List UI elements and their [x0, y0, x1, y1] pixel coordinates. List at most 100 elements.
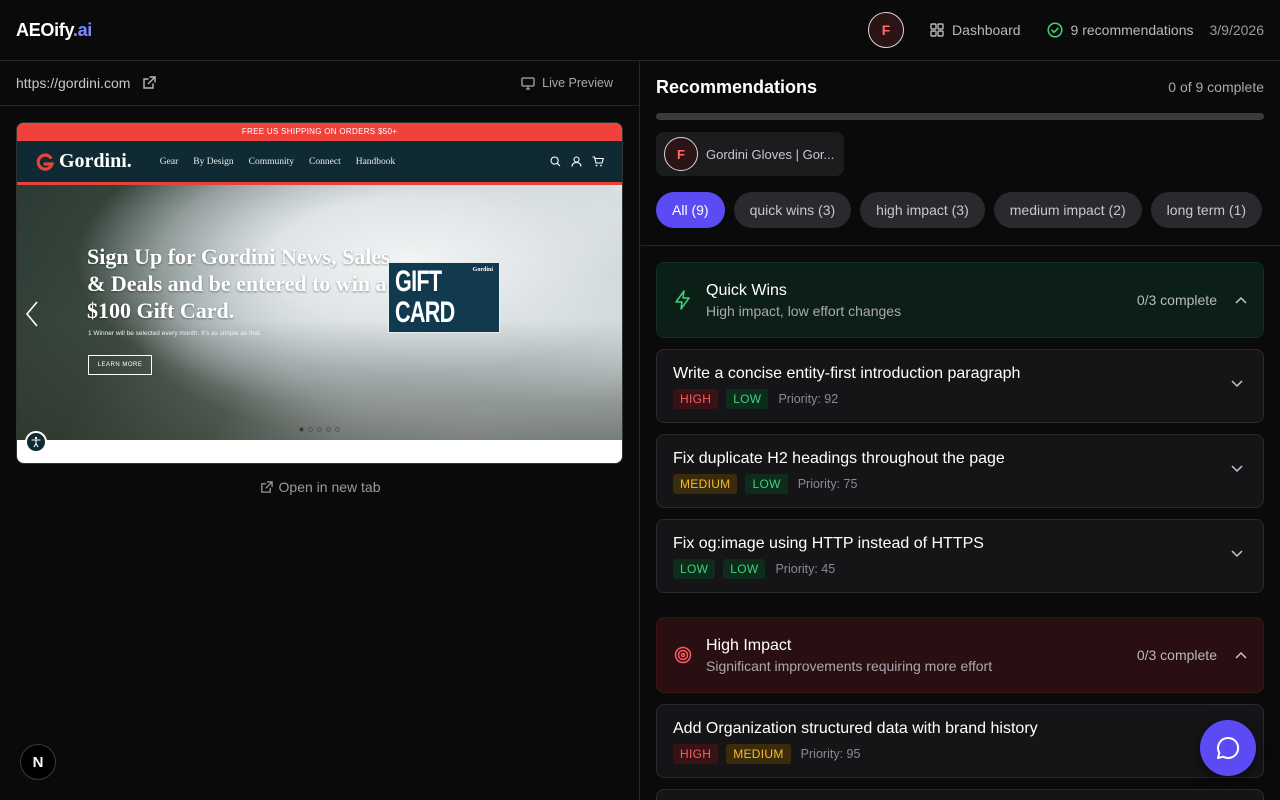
site-account-icon — [571, 156, 582, 167]
carousel-dot[interactable] — [317, 427, 322, 432]
preview-panel: https://gordini.com Live Preview FREE US… — [0, 61, 640, 800]
completion-progress-bar — [656, 113, 1264, 120]
hero-heading: Sign Up for Gordini News, Sales & Deals … — [87, 244, 390, 323]
group-title: High Impact — [706, 636, 792, 654]
app-logo[interactable]: AEOify.ai — [16, 20, 92, 41]
site-menu-item: Handbook — [355, 156, 396, 167]
site-menu: Gear By Design Community Connect Handboo… — [160, 157, 396, 167]
effort-badge: LOW — [745, 474, 788, 494]
recommendation-list: Quick Wins High impact, low effort chang… — [656, 262, 1264, 800]
dashboard-link[interactable]: Dashboard — [930, 22, 1021, 38]
site-menu-item: Gear — [159, 156, 179, 167]
url-bar: https://gordini.com Live Preview — [0, 61, 639, 106]
recommendation-card[interactable]: Write a concise entity-first introductio… — [656, 349, 1264, 423]
target-icon — [674, 646, 692, 664]
check-circle-icon — [1046, 22, 1063, 38]
recommendations-panel: Recommendations 0 of 9 complete F Gordin… — [641, 61, 1280, 800]
nextjs-badge[interactable]: N — [20, 744, 56, 780]
group-count: 0/3 complete — [1136, 292, 1217, 308]
monitor-icon — [521, 76, 535, 90]
effort-badge: LOW — [726, 389, 769, 409]
external-link-icon[interactable] — [142, 76, 157, 90]
impact-badge: HIGH — [673, 389, 719, 409]
group-subtitle: High impact, low effort changes — [706, 302, 902, 319]
chevron-down-icon[interactable] — [1231, 550, 1243, 558]
recommendation-card[interactable]: Fix duplicate H2 headings throughout the… — [656, 434, 1264, 508]
group-subtitle: Significant improvements requiring more … — [706, 657, 993, 674]
recommendation-title: Fix duplicate H2 headings throughout the… — [673, 450, 1005, 467]
effort-badge: MEDIUM — [726, 744, 791, 764]
live-preview-label: Live Preview — [542, 76, 613, 90]
gordini-mark-icon — [36, 153, 55, 171]
priority-label: Priority: 45 — [775, 562, 836, 576]
user-avatar[interactable]: F — [868, 12, 905, 48]
learn-more-button[interactable]: LEARN MORE — [88, 355, 152, 375]
divider — [641, 245, 1280, 246]
recommendation-card[interactable]: Fix og:image using HTTP instead of HTTPS… — [656, 519, 1264, 593]
impact-badge: HIGH — [673, 744, 719, 764]
carousel-dot[interactable] — [326, 427, 331, 432]
priority-label: Priority: 75 — [797, 477, 858, 491]
site-url: https://gordini.com — [16, 75, 131, 91]
filter-medium-impact[interactable]: medium impact (2) — [993, 192, 1142, 228]
date-label: 3/9/2026 — [1209, 22, 1265, 38]
lightning-icon — [675, 290, 690, 310]
chat-bubble-icon — [1217, 736, 1240, 759]
external-link-icon — [260, 480, 273, 493]
carousel-dot[interactable] — [299, 427, 304, 432]
site-name: Gordini Gloves | Gor... — [706, 146, 835, 162]
chevron-down-icon[interactable] — [1231, 380, 1243, 388]
site-search-icon — [550, 156, 561, 167]
chevron-up-icon — [1235, 296, 1247, 304]
grid-icon — [930, 23, 944, 37]
effort-badge: LOW — [723, 559, 766, 579]
open-in-new-tab-link[interactable]: Open in new tab — [0, 479, 640, 495]
carousel-dot[interactable] — [335, 427, 340, 432]
recommendation-title: Fix og:image using HTTP instead of HTTPS — [673, 535, 984, 552]
chevron-down-icon[interactable] — [1231, 465, 1243, 473]
chat-button[interactable] — [1200, 720, 1256, 776]
priority-label: Priority: 95 — [800, 747, 861, 761]
gift-card-image: GIFT CARD Gordini — [388, 262, 500, 333]
site-avatar: F — [664, 137, 698, 171]
gift-card-text: GIFT CARD — [395, 265, 455, 329]
group-count: 0/3 complete — [1136, 647, 1217, 663]
site-menu-item: Community — [248, 156, 295, 167]
filter-long-term[interactable]: long term (1) — [1150, 192, 1263, 228]
carousel-prev-icon[interactable] — [25, 300, 39, 335]
hero-background — [17, 320, 622, 440]
chevron-up-icon — [1235, 651, 1247, 659]
group-header-high-impact[interactable]: High Impact Significant improvements req… — [656, 617, 1264, 693]
recommendation-title: Write a concise entity-first introductio… — [673, 365, 1021, 382]
impact-badge: MEDIUM — [673, 474, 738, 494]
carousel-dots[interactable] — [17, 427, 622, 432]
recommendations-status: 9 recommendations — [1046, 22, 1194, 38]
completion-count: 0 of 9 complete — [1168, 79, 1264, 95]
site-menu-item: Connect — [309, 156, 341, 167]
panel-title: Recommendations — [656, 76, 818, 97]
top-bar: AEOify.ai F Dashboard 9 recommendations … — [0, 0, 1280, 61]
filter-quick-wins[interactable]: quick wins (3) — [733, 192, 852, 228]
live-preview-button[interactable]: Live Preview — [521, 76, 613, 90]
group-header-quick-wins[interactable]: Quick Wins High impact, low effort chang… — [656, 262, 1264, 338]
filter-tabs: All (9) quick wins (3) high impact (3) m… — [656, 192, 1264, 228]
website-preview[interactable]: FREE US SHIPPING ON ORDERS $50+ Gordini.… — [16, 122, 623, 464]
recommendation-card[interactable]: Add Organization structured data with br… — [656, 704, 1264, 778]
gordini-logo: Gordini. — [35, 150, 132, 173]
impact-badge: LOW — [673, 559, 716, 579]
hero-subtext: 1 Winner will be selected every month. I… — [88, 330, 262, 337]
gift-card-brand: Gordini — [472, 267, 493, 273]
site-hero: Sign Up for Gordini News, Sales & Deals … — [17, 185, 622, 453]
open-in-new-tab-label: Open in new tab — [278, 479, 381, 495]
recommendation-title: Add Organization structured data with br… — [673, 720, 1038, 737]
priority-label: Priority: 92 — [778, 392, 839, 406]
filter-all[interactable]: All (9) — [656, 192, 725, 228]
carousel-dot[interactable] — [308, 427, 313, 432]
accessibility-icon[interactable] — [25, 431, 47, 453]
group-title: Quick Wins — [706, 281, 787, 299]
filter-high-impact[interactable]: high impact (3) — [860, 192, 985, 228]
site-menu-item: By Design — [193, 156, 234, 167]
site-chip[interactable]: F Gordini Gloves | Gor... — [656, 132, 845, 176]
recommendation-card[interactable] — [656, 789, 1264, 800]
site-nav: Gordini. Gear By Design Community Connec… — [17, 141, 622, 185]
